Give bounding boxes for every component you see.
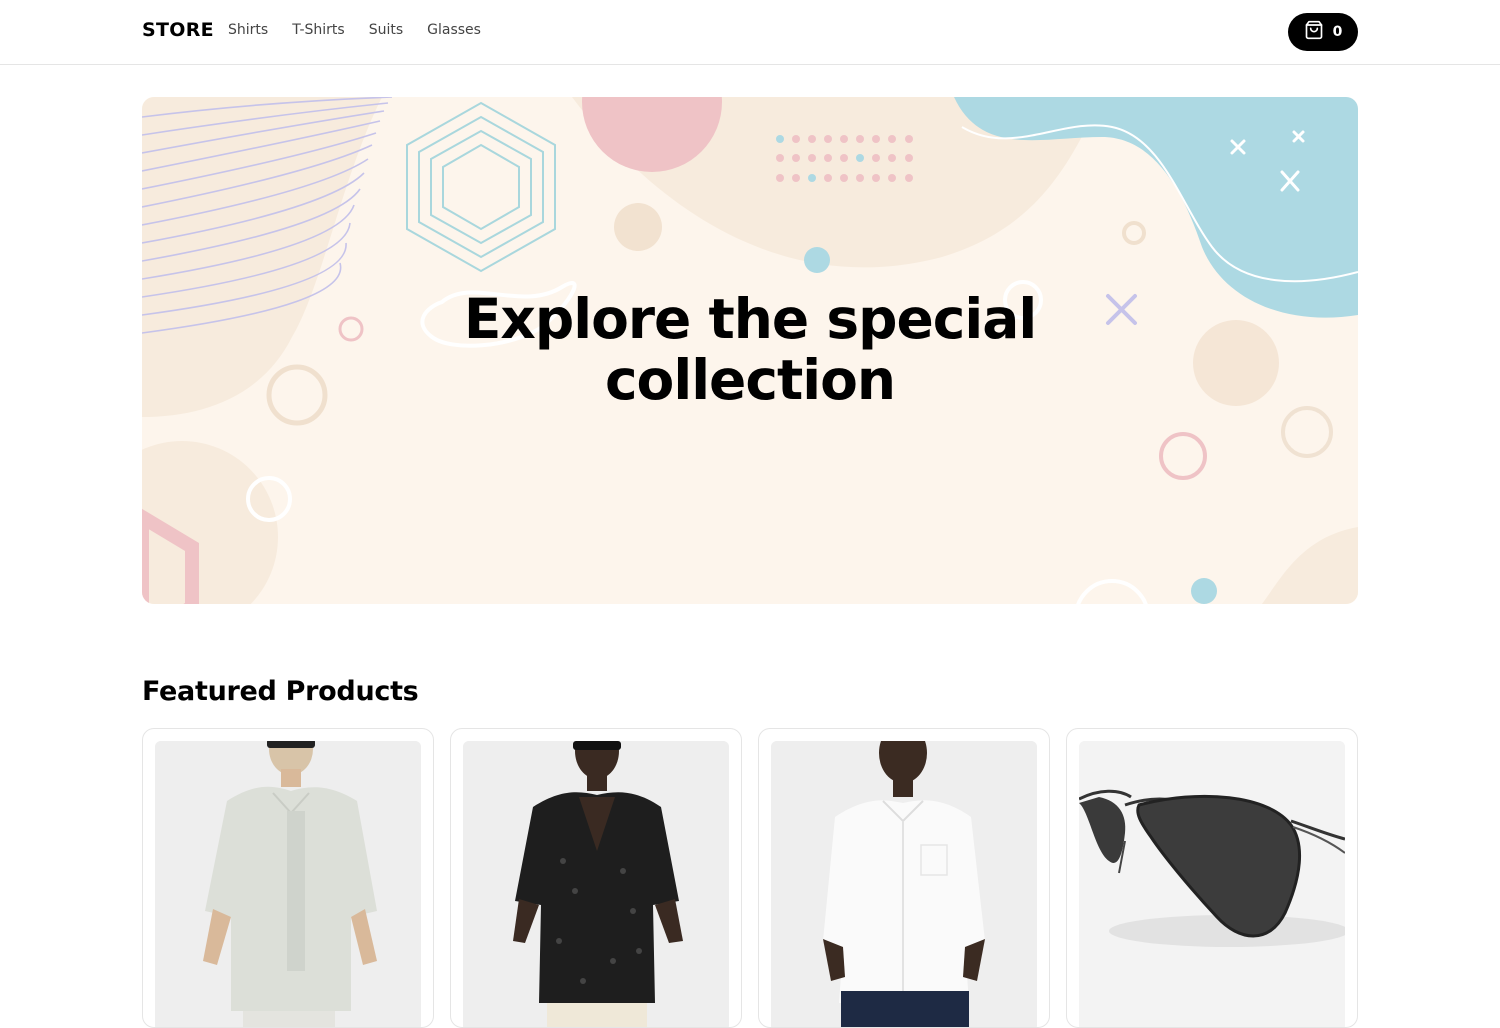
store-logo[interactable]: STORE bbox=[142, 19, 214, 41]
featured-products-title: Featured Products bbox=[142, 676, 419, 707]
shopping-bag-icon bbox=[1304, 20, 1324, 44]
product-image-aviator-sunglasses[interactable] bbox=[1079, 741, 1345, 1027]
product-card[interactable] bbox=[450, 728, 742, 1028]
site-header: STORE Shirts T-Shirts Suits Glasses 0 bbox=[0, 0, 1500, 65]
hero-title-line-2: collection bbox=[604, 348, 896, 412]
nav-item-glasses[interactable]: Glasses bbox=[427, 22, 481, 38]
hero-banner: Explore the special collection bbox=[142, 97, 1358, 604]
product-image-man-in-light-grey-shirt[interactable] bbox=[155, 741, 421, 1027]
product-card[interactable] bbox=[142, 728, 434, 1028]
nav-item-t-shirts[interactable]: T-Shirts bbox=[292, 22, 345, 38]
product-image-man-in-black-lace-shirt[interactable] bbox=[463, 741, 729, 1027]
product-card[interactable] bbox=[758, 728, 1050, 1028]
cart-count: 0 bbox=[1332, 24, 1343, 40]
product-card[interactable] bbox=[1066, 728, 1358, 1028]
hero-title-line-1: Explore the special bbox=[463, 287, 1037, 351]
cart-button[interactable]: 0 bbox=[1288, 13, 1358, 51]
nav-item-suits[interactable]: Suits bbox=[369, 22, 403, 38]
main-nav: Shirts T-Shirts Suits Glasses bbox=[228, 22, 481, 38]
product-image-man-in-white-shirt[interactable] bbox=[771, 741, 1037, 1027]
hero-title: Explore the special collection bbox=[142, 289, 1358, 411]
nav-item-shirts[interactable]: Shirts bbox=[228, 22, 268, 38]
